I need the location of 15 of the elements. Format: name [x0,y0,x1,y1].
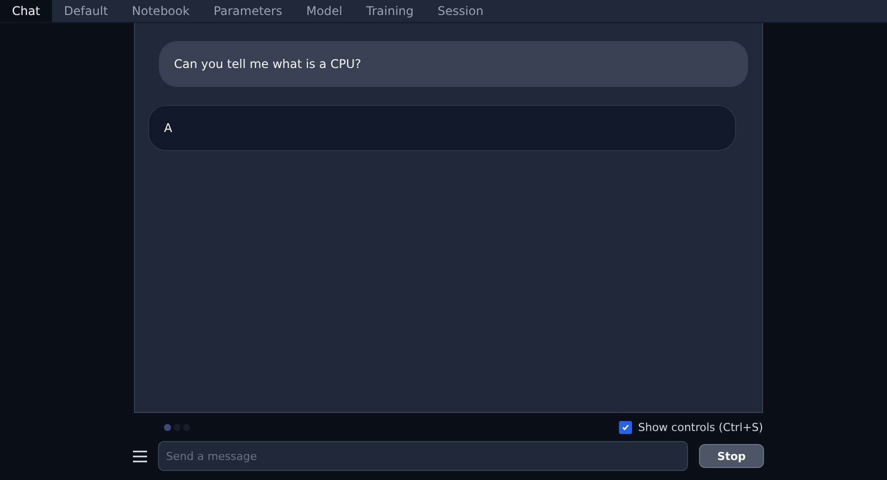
message-input[interactable]: Send a message [158,441,688,471]
tab[interactable]: Notebook [120,0,202,22]
user-message: Can you tell me what is a CPU? [159,41,748,87]
tab[interactable]: Chat [0,0,52,22]
checkmark-icon [621,422,630,432]
tab[interactable]: Parameters [202,0,294,22]
stop-button[interactable]: Stop [699,444,764,468]
show-controls-label: Show controls (Ctrl+S) [638,420,763,434]
tab[interactable]: Model [294,0,354,22]
bot-message: A [148,105,736,151]
menu-icon[interactable] [133,450,147,462]
show-controls-checkbox[interactable] [619,420,632,434]
tab[interactable]: Default [52,0,120,22]
tab[interactable]: Session [426,0,496,22]
tab[interactable]: Training [354,0,426,22]
